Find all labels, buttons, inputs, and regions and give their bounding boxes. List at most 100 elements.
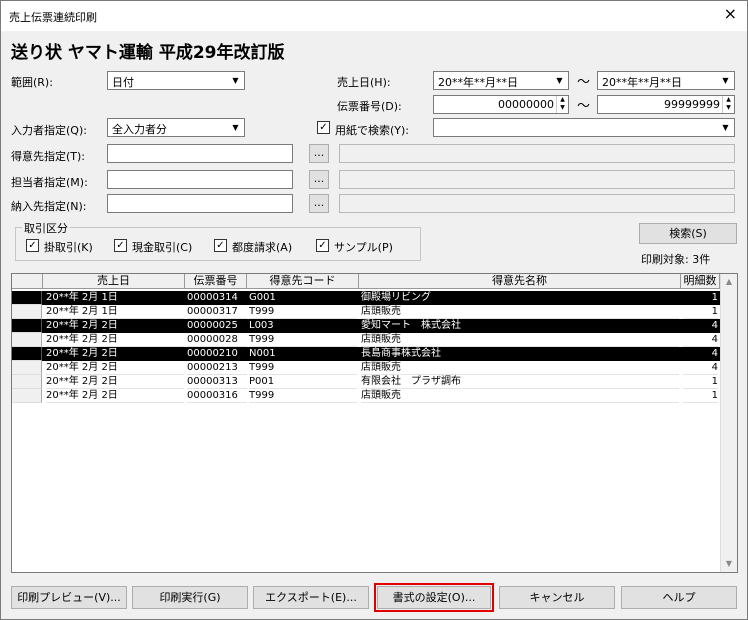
cell-count: 1 bbox=[711, 292, 718, 303]
header-row-selector bbox=[12, 274, 43, 289]
table-row[interactable]: 20**年 2月 2日 00000313 P001 有限会社 プラザ調布 1 bbox=[12, 375, 720, 389]
customer-name-display bbox=[339, 144, 735, 163]
cell-name: 店頭販売 bbox=[361, 389, 679, 403]
spin-arrows-icon[interactable]: ▲ ▼ bbox=[556, 96, 568, 113]
cell-slip: 00000210 bbox=[187, 348, 238, 359]
export-button[interactable]: エクスポート(E)... bbox=[253, 586, 369, 609]
checkbox-credit[interactable]: ✓ bbox=[26, 239, 39, 252]
table-row[interactable]: 20**年 2月 2日 00000316 T999 店頭販売 1 bbox=[12, 389, 720, 403]
date-to-picker[interactable]: 20**年**月**日 ▼ bbox=[597, 71, 735, 90]
cell-date: 20**年 2月 2日 bbox=[46, 348, 118, 359]
cell-name: 御殿場リビング bbox=[361, 292, 431, 303]
scroll-up-icon[interactable]: ▲ bbox=[721, 274, 737, 290]
range-select-value: 日付 bbox=[112, 76, 134, 89]
customer-browse-button[interactable]: ... bbox=[309, 144, 329, 163]
row-selector[interactable] bbox=[12, 291, 42, 305]
delivery-browse-button[interactable]: ... bbox=[309, 194, 329, 213]
paper-search-select[interactable]: ▼ bbox=[433, 118, 735, 137]
print-target-count: 印刷対象: 3件 bbox=[641, 253, 711, 266]
table-header: 売上日 伝票番号 得意先コード 得意先名称 明細数 bbox=[12, 274, 720, 289]
table-row[interactable]: 20**年 2月 2日 00000213 T999 店頭販売 4 bbox=[12, 361, 720, 375]
print-preview-button[interactable]: 印刷プレビュー(V)... bbox=[11, 586, 127, 609]
cell-date: 20**年 2月 2日 bbox=[46, 320, 118, 331]
spin-arrows-icon[interactable]: ▲ ▼ bbox=[722, 96, 734, 113]
chevron-down-icon: ▼ bbox=[722, 76, 729, 85]
cell-code: T999 bbox=[249, 333, 357, 347]
table-row[interactable]: 20**年 2月 2日 00000025 L003 愛知マート 株式会社 4 bbox=[12, 319, 720, 333]
sales-date-label: 売上日(H): bbox=[337, 76, 391, 89]
cancel-button[interactable]: キャンセル bbox=[499, 586, 615, 609]
checkbox-cash[interactable]: ✓ bbox=[114, 239, 127, 252]
chevron-down-icon: ▼ bbox=[232, 123, 239, 132]
slip-to-value: 99999999 bbox=[664, 98, 720, 111]
cell-count: 1 bbox=[683, 375, 718, 389]
row-selector[interactable] bbox=[12, 319, 42, 333]
range-tilde-2: ～ bbox=[577, 99, 591, 114]
range-tilde: ～ bbox=[577, 75, 591, 90]
cell-name: 店頭販売 bbox=[361, 305, 679, 319]
row-selector[interactable] bbox=[12, 375, 42, 389]
checkbox-each-billing-label: 都度請求(A) bbox=[232, 241, 293, 254]
cell-code: G001 bbox=[249, 292, 276, 303]
close-icon[interactable]: × bbox=[724, 5, 737, 23]
header-customer-name[interactable]: 得意先名称 bbox=[359, 274, 681, 289]
cell-slip: 00000213 bbox=[187, 361, 247, 375]
header-slip-number[interactable]: 伝票番号 bbox=[185, 274, 247, 289]
row-selector[interactable] bbox=[12, 389, 42, 403]
cell-name: 愛知マート 株式会社 bbox=[361, 320, 461, 331]
cell-name: 長島商事株式会社 bbox=[361, 348, 441, 359]
cell-slip: 00000317 bbox=[187, 305, 247, 319]
slip-table[interactable]: 売上日 伝票番号 得意先コード 得意先名称 明細数 20**年 2月 1日 000… bbox=[11, 273, 738, 573]
date-to-value: 20**年**月**日 bbox=[602, 76, 682, 89]
cell-name: 店頭販売 bbox=[361, 333, 679, 347]
print-execute-button[interactable]: 印刷実行(G) bbox=[132, 586, 248, 609]
range-select[interactable]: 日付 ▼ bbox=[107, 71, 245, 90]
paper-search-label: 用紙で検索(Y): bbox=[335, 124, 410, 137]
table-row[interactable]: 20**年 2月 1日 00000317 T999 店頭販売 1 bbox=[12, 305, 720, 319]
checkbox-cash-label: 現金取引(C) bbox=[132, 241, 193, 254]
table-row[interactable]: 20**年 2月 2日 00000028 T999 店頭販売 4 bbox=[12, 333, 720, 347]
checkbox-each-billing[interactable]: ✓ bbox=[214, 239, 227, 252]
cell-count: 4 bbox=[683, 333, 718, 347]
header-line-count[interactable]: 明細数 bbox=[681, 274, 720, 289]
table-row[interactable]: 20**年 2月 1日 00000314 G001 御殿場リビング 1 bbox=[12, 291, 720, 305]
scroll-down-icon[interactable]: ▼ bbox=[721, 556, 737, 572]
vertical-scrollbar[interactable]: ▲ ▼ bbox=[720, 274, 737, 572]
row-selector[interactable] bbox=[12, 305, 42, 319]
staff-browse-button[interactable]: ... bbox=[309, 170, 329, 189]
dialog-window: 売上伝票連続印刷 × 送り状 ヤマト運輸 平成29年改訂版 範囲(R): 日付 … bbox=[0, 0, 748, 620]
format-settings-button[interactable]: 書式の設定(O)... bbox=[374, 583, 494, 612]
date-from-value: 20**年**月**日 bbox=[438, 76, 518, 89]
cell-code: T999 bbox=[249, 361, 357, 375]
slip-to-stepper[interactable]: 99999999 ▲ ▼ bbox=[597, 95, 735, 114]
cell-count: 1 bbox=[683, 389, 718, 403]
cell-slip: 00000316 bbox=[187, 389, 247, 403]
checkbox-sample[interactable]: ✓ bbox=[316, 239, 329, 252]
header-sales-date[interactable]: 売上日 bbox=[43, 274, 185, 289]
window-title: 売上伝票連続印刷 bbox=[9, 11, 97, 24]
table-row[interactable]: 20**年 2月 2日 00000210 N001 長島商事株式会社 4 bbox=[12, 347, 720, 361]
slip-from-stepper[interactable]: 00000000 ▲ ▼ bbox=[433, 95, 569, 114]
row-selector[interactable] bbox=[12, 347, 42, 361]
cell-code: N001 bbox=[249, 348, 276, 359]
date-from-picker[interactable]: 20**年**月**日 ▼ bbox=[433, 71, 569, 90]
paper-search-checkbox[interactable]: ✓ bbox=[317, 121, 330, 134]
title-bar: 売上伝票連続印刷 × bbox=[1, 1, 747, 31]
cell-date: 20**年 2月 2日 bbox=[46, 375, 184, 389]
search-button[interactable]: 検索(S) bbox=[639, 223, 737, 244]
slip-from-value: 00000000 bbox=[498, 98, 554, 111]
help-button[interactable]: ヘルプ bbox=[621, 586, 737, 609]
cell-slip: 00000028 bbox=[187, 333, 247, 347]
transaction-type-group: 取引区分 ✓ 掛取引(K) ✓ 現金取引(C) ✓ 都度請求(A) ✓ サンプル… bbox=[15, 220, 421, 261]
delivery-input[interactable] bbox=[107, 194, 293, 213]
staff-name-display bbox=[339, 170, 735, 189]
input-person-select[interactable]: 全入力者分 ▼ bbox=[107, 118, 245, 137]
staff-input[interactable] bbox=[107, 170, 293, 189]
cell-date: 20**年 2月 2日 bbox=[46, 333, 184, 347]
row-selector[interactable] bbox=[12, 333, 42, 347]
cell-count: 4 bbox=[711, 320, 718, 331]
row-selector[interactable] bbox=[12, 361, 42, 375]
cell-count: 4 bbox=[683, 361, 718, 375]
header-customer-code[interactable]: 得意先コード bbox=[247, 274, 359, 289]
customer-input[interactable] bbox=[107, 144, 293, 163]
